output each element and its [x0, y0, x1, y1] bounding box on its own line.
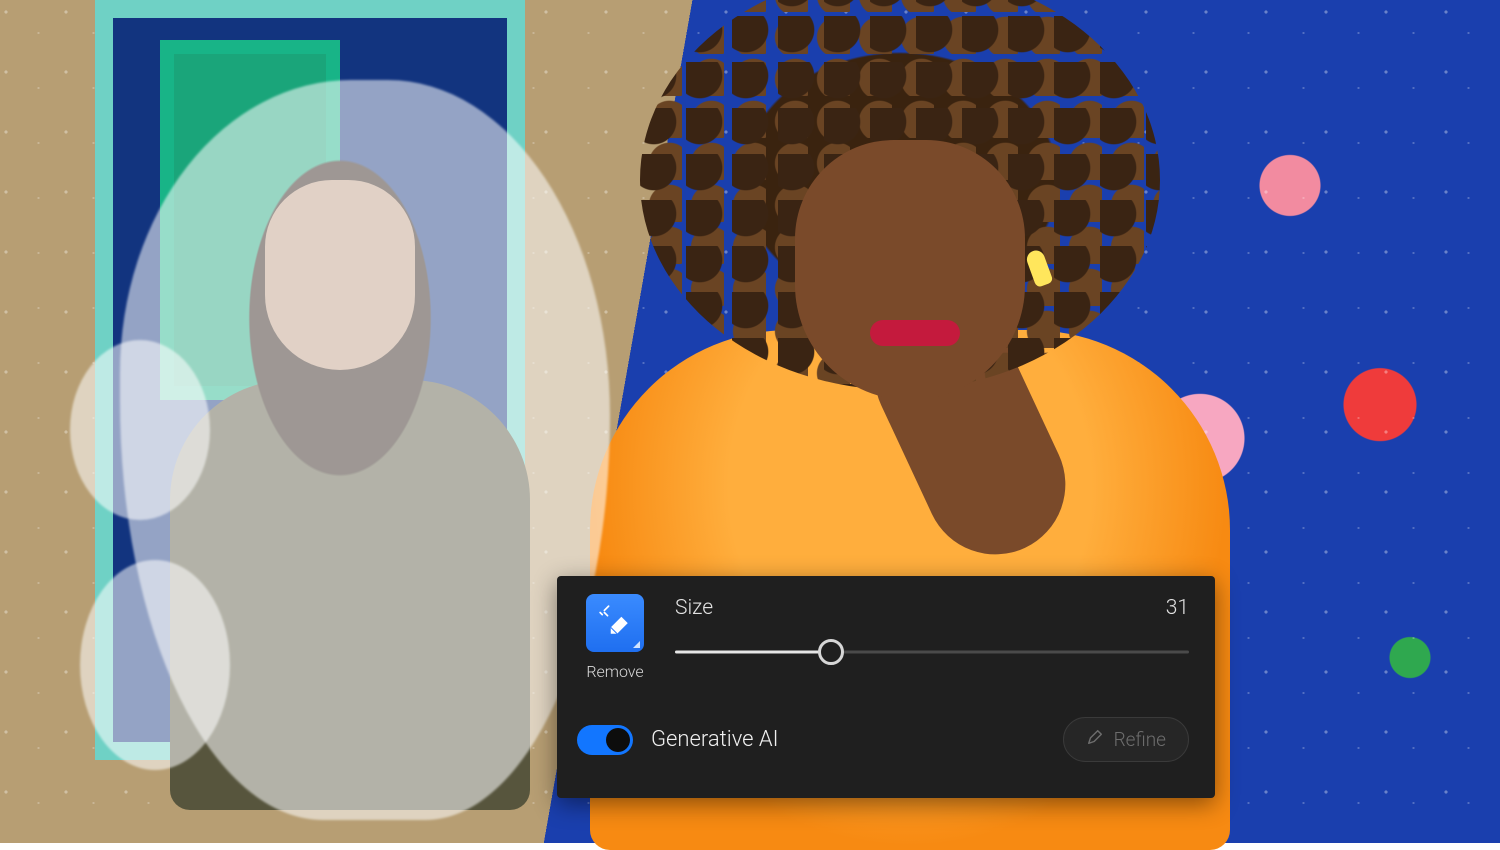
refine-button[interactable]: Refine: [1063, 717, 1189, 762]
size-value[interactable]: 31: [1166, 596, 1189, 620]
remove-tool-label: Remove: [586, 662, 643, 681]
refine-label: Refine: [1114, 728, 1166, 751]
toggle-knob: [606, 728, 630, 752]
generative-ai-label: Generative AI: [651, 727, 779, 752]
brush-selection-mask[interactable]: [120, 80, 610, 820]
eraser-sparkle-icon: [598, 604, 632, 643]
remove-tool-panel: Remove Size 31 Generative AI: [557, 576, 1215, 798]
generative-ai-toggle[interactable]: [577, 725, 633, 755]
size-slider[interactable]: [675, 638, 1189, 666]
remove-tool-button[interactable]: [586, 594, 644, 652]
pencil-icon: [1086, 728, 1104, 751]
size-label: Size: [675, 596, 713, 620]
expand-corner-icon: [633, 641, 640, 648]
size-slider-thumb[interactable]: [818, 639, 844, 665]
